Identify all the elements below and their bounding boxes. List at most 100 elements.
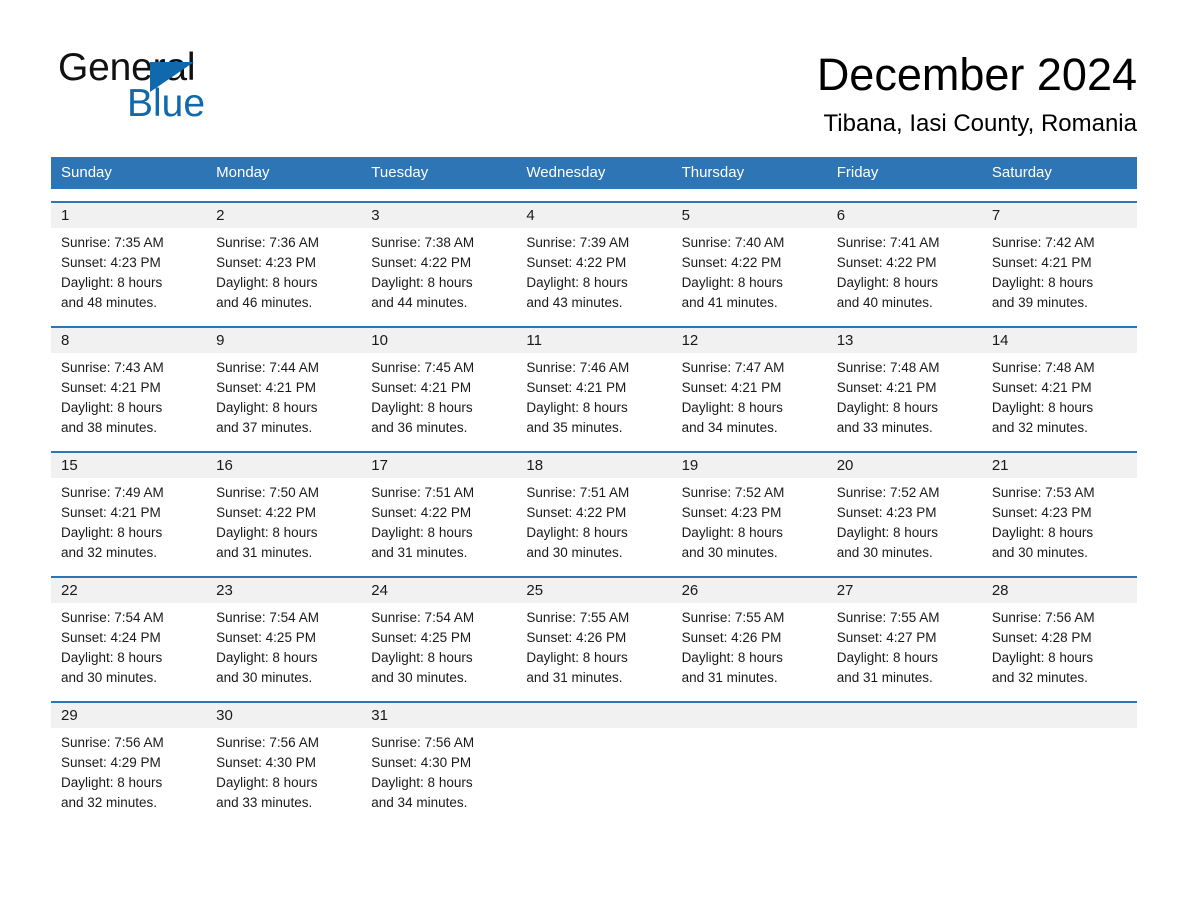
day-cell[interactable]: Sunrise: 7:55 AM Sunset: 4:26 PM Dayligh… — [516, 603, 671, 689]
day-cell-empty — [516, 728, 671, 814]
calendar-week-row: 1 2 3 4 5 6 7 Sunrise: 7:35 AM Sunset: 4… — [51, 201, 1137, 314]
day-number[interactable]: 20 — [827, 453, 982, 478]
day-number[interactable]: 23 — [206, 578, 361, 603]
sunrise-text: Sunrise: 7:35 AM — [61, 235, 164, 250]
day-number[interactable]: 5 — [672, 203, 827, 228]
general-blue-logo[interactable]: General Blue — [58, 46, 358, 125]
daylight-text-line1: Daylight: 8 hours — [991, 400, 1094, 415]
day-cell[interactable]: Sunrise: 7:56 AM Sunset: 4:28 PM Dayligh… — [982, 603, 1137, 689]
day-number[interactable]: 28 — [982, 578, 1137, 603]
sunset-text: Sunset: 4:28 PM — [991, 630, 1092, 645]
day-cell[interactable]: Sunrise: 7:56 AM Sunset: 4:30 PM Dayligh… — [206, 728, 361, 814]
sunset-text: Sunset: 4:21 PM — [61, 505, 161, 520]
day-cell[interactable]: Sunrise: 7:35 AM Sunset: 4:23 PM Dayligh… — [51, 228, 206, 314]
day-number[interactable]: 6 — [827, 203, 982, 228]
daylight-text-line1: Daylight: 8 hours — [216, 400, 318, 415]
day-number[interactable]: 16 — [206, 453, 361, 478]
day-number[interactable]: 2 — [206, 203, 361, 228]
week-daynumber-band: 22 23 24 25 26 27 28 — [51, 578, 1137, 603]
day-number[interactable]: 10 — [361, 328, 516, 353]
day-cell[interactable]: Sunrise: 7:54 AM Sunset: 4:25 PM Dayligh… — [206, 603, 361, 689]
sunset-text: Sunset: 4:22 PM — [526, 505, 627, 520]
day-number[interactable]: 14 — [982, 328, 1137, 353]
daylight-text-line2: and 30 minutes. — [681, 545, 778, 560]
day-cell[interactable]: Sunrise: 7:41 AM Sunset: 4:22 PM Dayligh… — [827, 228, 982, 314]
sunrise-text: Sunrise: 7:55 AM — [681, 610, 785, 625]
day-number[interactable]: 4 — [516, 203, 671, 228]
day-number[interactable]: 27 — [827, 578, 982, 603]
day-cell[interactable]: Sunrise: 7:54 AM Sunset: 4:25 PM Dayligh… — [361, 603, 516, 689]
day-cell[interactable]: Sunrise: 7:56 AM Sunset: 4:29 PM Dayligh… — [51, 728, 206, 814]
day-number[interactable]: 21 — [982, 453, 1137, 478]
sunset-text: Sunset: 4:30 PM — [216, 755, 316, 770]
week-detail-band: Sunrise: 7:35 AM Sunset: 4:23 PM Dayligh… — [51, 228, 1137, 314]
day-cell[interactable]: Sunrise: 7:49 AM Sunset: 4:21 PM Dayligh… — [51, 478, 206, 564]
daylight-text-line1: Daylight: 8 hours — [836, 650, 939, 665]
sunset-text: Sunset: 4:29 PM — [61, 755, 161, 770]
day-number[interactable]: 8 — [51, 328, 206, 353]
day-number[interactable]: 7 — [982, 203, 1137, 228]
day-cell[interactable]: Sunrise: 7:48 AM Sunset: 4:21 PM Dayligh… — [827, 353, 982, 439]
day-number[interactable]: 11 — [516, 328, 671, 353]
daylight-text-line2: and 40 minutes. — [836, 295, 933, 310]
day-number[interactable]: 18 — [516, 453, 671, 478]
day-cell[interactable]: Sunrise: 7:56 AM Sunset: 4:30 PM Dayligh… — [361, 728, 516, 814]
day-number[interactable]: 30 — [206, 703, 361, 728]
day-cell[interactable]: Sunrise: 7:54 AM Sunset: 4:24 PM Dayligh… — [51, 603, 206, 689]
day-number-empty — [516, 703, 671, 728]
day-cell[interactable]: Sunrise: 7:46 AM Sunset: 4:21 PM Dayligh… — [516, 353, 671, 439]
daylight-text-line2: and 39 minutes. — [991, 295, 1088, 310]
day-number[interactable]: 12 — [672, 328, 827, 353]
day-cell[interactable]: Sunrise: 7:44 AM Sunset: 4:21 PM Dayligh… — [206, 353, 361, 439]
sunset-text: Sunset: 4:21 PM — [681, 380, 782, 395]
day-number[interactable]: 3 — [361, 203, 516, 228]
daylight-text-line1: Daylight: 8 hours — [991, 525, 1094, 540]
day-cell[interactable]: Sunrise: 7:55 AM Sunset: 4:26 PM Dayligh… — [672, 603, 827, 689]
day-cell[interactable]: Sunrise: 7:50 AM Sunset: 4:22 PM Dayligh… — [206, 478, 361, 564]
daylight-text-line1: Daylight: 8 hours — [526, 400, 628, 415]
day-cell[interactable]: Sunrise: 7:43 AM Sunset: 4:21 PM Dayligh… — [51, 353, 206, 439]
day-cell[interactable]: Sunrise: 7:40 AM Sunset: 4:22 PM Dayligh… — [672, 228, 827, 314]
page-title: December 2024 — [816, 49, 1137, 100]
day-cell[interactable]: Sunrise: 7:42 AM Sunset: 4:21 PM Dayligh… — [982, 228, 1137, 314]
day-cell[interactable]: Sunrise: 7:39 AM Sunset: 4:22 PM Dayligh… — [516, 228, 671, 314]
day-number[interactable]: 22 — [51, 578, 206, 603]
daylight-text-line1: Daylight: 8 hours — [61, 400, 163, 415]
daylight-text-line1: Daylight: 8 hours — [371, 275, 473, 290]
day-number[interactable]: 1 — [51, 203, 206, 228]
day-number[interactable]: 31 — [361, 703, 516, 728]
day-number[interactable]: 26 — [672, 578, 827, 603]
daylight-text-line2: and 35 minutes. — [526, 420, 623, 435]
day-cell[interactable]: Sunrise: 7:45 AM Sunset: 4:21 PM Dayligh… — [361, 353, 516, 439]
day-number[interactable]: 25 — [516, 578, 671, 603]
daylight-text-line2: and 32 minutes. — [991, 420, 1088, 435]
week-daynumber-band: 29 30 31 — [51, 703, 1137, 728]
sunrise-text: Sunrise: 7:48 AM — [991, 360, 1095, 375]
day-cell[interactable]: Sunrise: 7:48 AM Sunset: 4:21 PM Dayligh… — [982, 353, 1137, 439]
day-number[interactable]: 17 — [361, 453, 516, 478]
day-cell[interactable]: Sunrise: 7:52 AM Sunset: 4:23 PM Dayligh… — [672, 478, 827, 564]
day-cell[interactable]: Sunrise: 7:38 AM Sunset: 4:22 PM Dayligh… — [361, 228, 516, 314]
day-number[interactable]: 24 — [361, 578, 516, 603]
day-number[interactable]: 29 — [51, 703, 206, 728]
week-daynumber-band: 8 9 10 11 12 13 14 — [51, 328, 1137, 353]
sunset-text: Sunset: 4:21 PM — [526, 380, 627, 395]
day-cell[interactable]: Sunrise: 7:51 AM Sunset: 4:22 PM Dayligh… — [361, 478, 516, 564]
day-cell[interactable]: Sunrise: 7:53 AM Sunset: 4:23 PM Dayligh… — [982, 478, 1137, 564]
day-cell[interactable]: Sunrise: 7:51 AM Sunset: 4:22 PM Dayligh… — [516, 478, 671, 564]
day-cell[interactable]: Sunrise: 7:47 AM Sunset: 4:21 PM Dayligh… — [672, 353, 827, 439]
day-number[interactable]: 9 — [206, 328, 361, 353]
page-header: General Blue December 2024 Tibana, Iasi … — [0, 0, 1188, 148]
sunrise-text: Sunrise: 7:55 AM — [836, 610, 940, 625]
day-cell[interactable]: Sunrise: 7:52 AM Sunset: 4:23 PM Dayligh… — [827, 478, 982, 564]
sunrise-text: Sunrise: 7:52 AM — [836, 485, 940, 500]
day-number[interactable]: 19 — [672, 453, 827, 478]
daylight-text-line2: and 43 minutes. — [526, 295, 623, 310]
daylight-text-line2: and 48 minutes. — [61, 295, 158, 310]
day-cell[interactable]: Sunrise: 7:36 AM Sunset: 4:23 PM Dayligh… — [206, 228, 361, 314]
daylight-text-line1: Daylight: 8 hours — [991, 650, 1094, 665]
day-number[interactable]: 15 — [51, 453, 206, 478]
day-cell[interactable]: Sunrise: 7:55 AM Sunset: 4:27 PM Dayligh… — [827, 603, 982, 689]
day-number[interactable]: 13 — [827, 328, 982, 353]
sunrise-text: Sunrise: 7:50 AM — [216, 485, 319, 500]
